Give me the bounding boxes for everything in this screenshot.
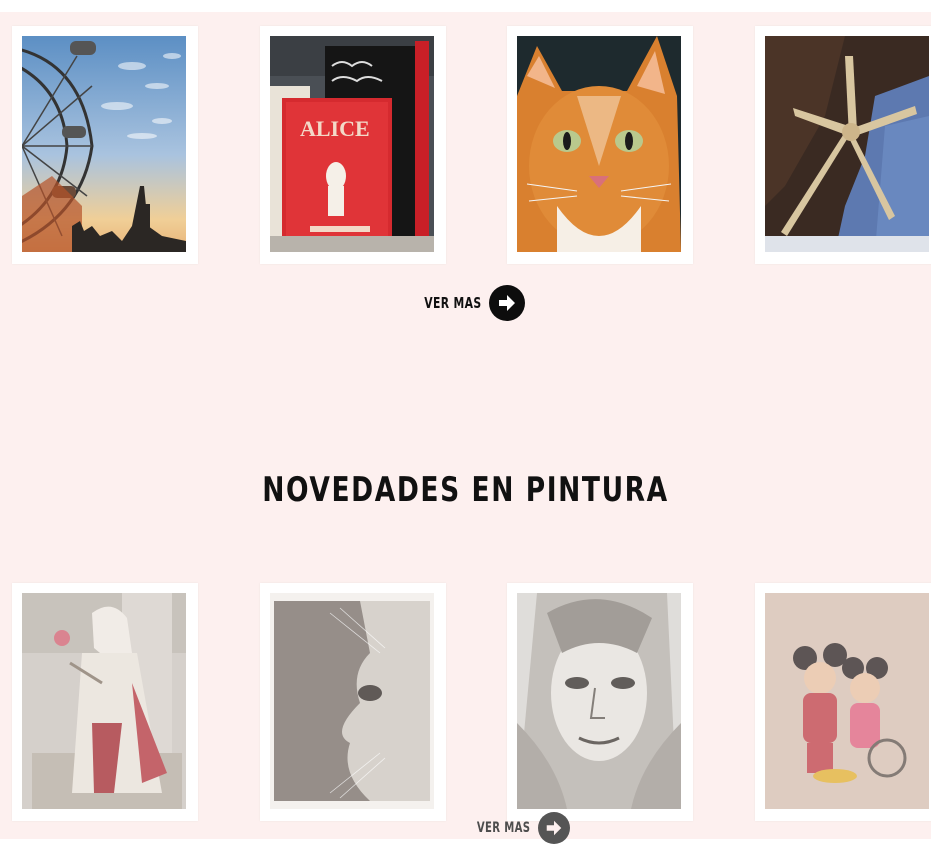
- photo-card-starfish[interactable]: [755, 26, 931, 264]
- ver-mas-photos-link[interactable]: VER MAS: [402, 285, 526, 321]
- woman-hood-drawing-image: [517, 593, 681, 809]
- arrow-right-circle-icon: [489, 285, 526, 321]
- orange-cat-image: [517, 36, 681, 252]
- section-title-pintura: NOVEDADES EN PINTURA: [262, 470, 669, 510]
- photo-card-orange-cat[interactable]: [507, 26, 693, 264]
- arrow-right-circle-icon: [538, 812, 571, 844]
- london-eye-image: [22, 36, 186, 252]
- mickey-drawing-image: [765, 593, 929, 809]
- assassin-drawing-image: [22, 593, 186, 809]
- ver-mas-paintings-link[interactable]: VER MAS: [456, 812, 571, 844]
- painting-card-assassin[interactable]: [12, 583, 198, 821]
- photo-card-london-eye[interactable]: [12, 26, 198, 264]
- veiled-face-drawing-image: [270, 593, 434, 809]
- starfish-image: [765, 36, 929, 252]
- ver-mas-label: VER MAS: [476, 820, 531, 836]
- top-border: [0, 0, 931, 12]
- ver-mas-label: VER MAS: [424, 294, 482, 312]
- painting-card-veiled-face[interactable]: [260, 583, 446, 821]
- photo-card-alice-books[interactable]: ALICE: [260, 26, 446, 264]
- svg-text:ALICE: ALICE: [300, 116, 370, 141]
- painting-card-mickey[interactable]: [755, 583, 931, 821]
- alice-books-image: ALICE: [270, 36, 434, 252]
- gallery-page: ALICE VER MAS NOVEDADES EN PINTURA VER M…: [0, 0, 931, 844]
- painting-card-woman-hood[interactable]: [507, 583, 693, 821]
